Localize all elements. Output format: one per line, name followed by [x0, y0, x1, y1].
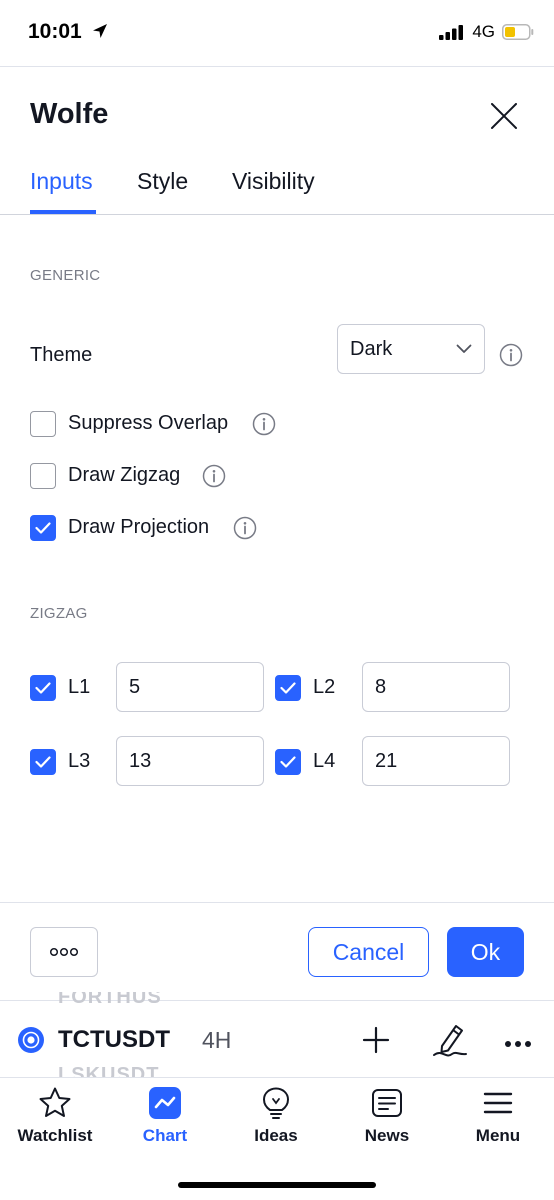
- add-icon[interactable]: [362, 1026, 390, 1059]
- nav-chart[interactable]: Chart: [110, 1086, 220, 1146]
- nav-news-label: News: [364, 1126, 410, 1145]
- tab-style[interactable]: Style: [137, 168, 188, 195]
- ellipsis-icon: [49, 947, 79, 957]
- star-icon: [39, 1087, 71, 1117]
- close-button[interactable]: [486, 98, 522, 134]
- theme-select-value: Dark: [350, 337, 393, 360]
- battery-icon: [502, 24, 534, 40]
- interval-selector[interactable]: 4H: [202, 1027, 231, 1054]
- l2-label: L2: [313, 676, 336, 698]
- ghost-symbol-above: FORTHUS: [58, 992, 162, 1008]
- checkmark-icon: [35, 682, 51, 694]
- suppress-overlap-label: Suppress Overlap: [68, 412, 229, 434]
- section-generic-heading: GENERIC: [30, 267, 101, 284]
- nav-chart-label: Chart: [142, 1126, 188, 1145]
- location-arrow-icon: [92, 24, 107, 38]
- draw-zigzag-label: Draw Zigzag: [68, 464, 181, 486]
- l4-input[interactable]: [362, 736, 510, 786]
- newspaper-icon: [372, 1089, 402, 1117]
- l1-checkbox[interactable]: [30, 675, 56, 701]
- more-horizontal-icon[interactable]: [504, 1035, 532, 1053]
- suppress-overlap-info-icon[interactable]: [252, 412, 276, 436]
- ok-button[interactable]: Ok: [447, 927, 524, 977]
- home-indicator: [178, 1182, 376, 1188]
- l1-input[interactable]: [116, 662, 264, 712]
- bottom-nav-divider: [0, 1077, 554, 1078]
- draw-projection-label: Draw Projection: [68, 516, 210, 538]
- nav-ideas[interactable]: Ideas: [221, 1086, 331, 1146]
- dialog-title: Wolfe: [30, 98, 109, 130]
- l3-label: L3: [68, 750, 91, 772]
- l1-label: L1: [68, 676, 91, 698]
- draw-projection-checkbox[interactable]: [30, 515, 56, 541]
- checkmark-icon: [35, 522, 51, 534]
- theme-label: Theme: [30, 344, 93, 366]
- chart-icon: [149, 1087, 181, 1119]
- suppress-overlap-checkbox[interactable]: [30, 411, 56, 437]
- footer-divider: [0, 902, 554, 903]
- nav-menu[interactable]: Menu: [443, 1086, 553, 1146]
- section-zigzag-heading: ZIGZAG: [30, 605, 88, 622]
- chevron-down-icon: [456, 344, 472, 353]
- status-indicators: 4G: [439, 22, 534, 42]
- sheet-top-border: [0, 66, 554, 67]
- l2-input[interactable]: [362, 662, 510, 712]
- signal-icon: [439, 25, 464, 40]
- network-type: 4G: [472, 22, 495, 41]
- cancel-button[interactable]: Cancel: [308, 927, 429, 977]
- drawing-tool-icon[interactable]: [432, 1021, 468, 1064]
- status-time: 10:01: [28, 20, 109, 44]
- checkmark-icon: [280, 756, 296, 768]
- l3-checkbox[interactable]: [30, 749, 56, 775]
- draw-projection-info-icon[interactable]: [233, 516, 257, 540]
- close-icon: [491, 103, 517, 129]
- checkmark-icon: [35, 756, 51, 768]
- symbol-name[interactable]: TCTUSDT: [58, 1026, 170, 1054]
- nav-watchlist[interactable]: Watchlist: [0, 1086, 110, 1146]
- theme-info-icon[interactable]: [499, 343, 523, 367]
- more-options-button[interactable]: [30, 927, 98, 977]
- tabs-divider: [0, 214, 554, 215]
- draw-zigzag-checkbox[interactable]: [30, 463, 56, 489]
- hamburger-icon: [483, 1092, 513, 1114]
- lightbulb-icon: [263, 1087, 289, 1119]
- tab-visibility[interactable]: Visibility: [232, 168, 315, 195]
- ghost-symbol-below: LSKUSDT: [58, 1064, 160, 1077]
- nav-ideas-label: Ideas: [254, 1126, 298, 1145]
- nav-watchlist-label: Watchlist: [17, 1126, 93, 1145]
- nav-news[interactable]: News: [332, 1086, 442, 1146]
- l2-checkbox[interactable]: [275, 675, 301, 701]
- l3-input[interactable]: [116, 736, 264, 786]
- symbol-logo: [18, 1027, 44, 1058]
- draw-zigzag-info-icon[interactable]: [202, 464, 226, 488]
- l4-label: L4: [313, 750, 336, 772]
- nav-menu-label: Menu: [475, 1126, 521, 1145]
- checkmark-icon: [280, 682, 296, 694]
- theme-select[interactable]: Dark: [337, 324, 485, 374]
- tab-inputs[interactable]: Inputs: [30, 168, 93, 195]
- l4-checkbox[interactable]: [275, 749, 301, 775]
